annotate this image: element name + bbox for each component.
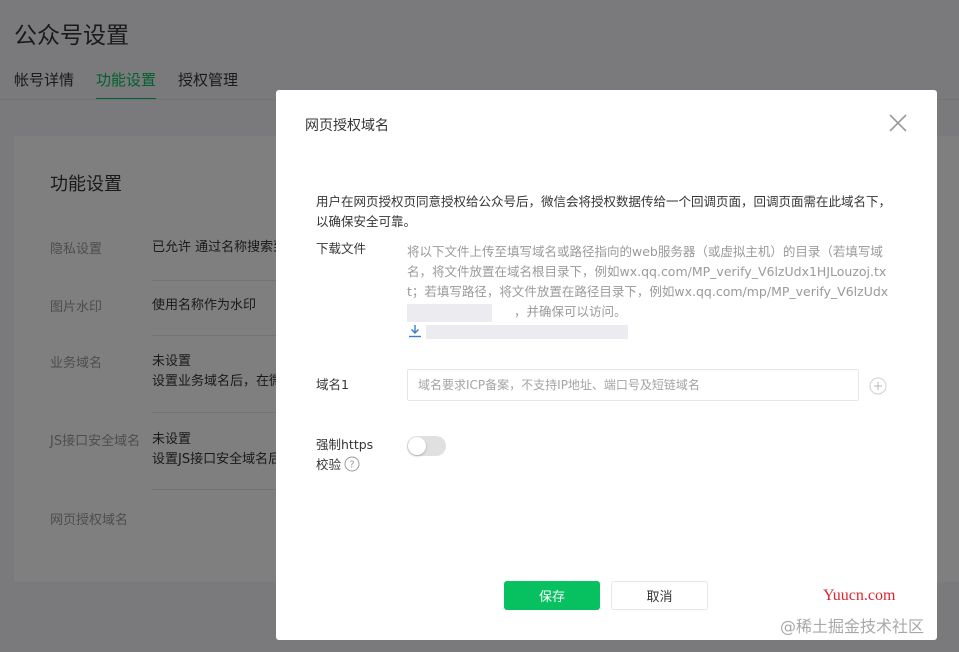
force-https-label-line2-text: 校验: [316, 457, 342, 472]
site-watermark: Yuucn.com: [823, 587, 896, 604]
redacted-filename: [407, 304, 492, 322]
community-watermark: @稀土掘金技术社区: [780, 617, 925, 636]
save-button[interactable]: 保存: [504, 581, 600, 610]
force-https-label-line2: 校验 ?: [316, 455, 373, 475]
svg-text:?: ?: [349, 460, 354, 471]
dialog-title: 网页授权域名: [305, 118, 389, 134]
cancel-button[interactable]: 取消: [611, 581, 708, 610]
add-domain-icon[interactable]: [869, 377, 887, 395]
web-auth-domain-dialog: 网页授权域名 用户在网页授权页同意授权给公众号后，微信会将授权数据传给一个回调页…: [276, 90, 937, 640]
help-icon[interactable]: ?: [344, 456, 360, 472]
download-instructions: 将以下文件上传至填写域名或路径指向的web服务器（或虚拟主机）的目录（若填写域名…: [407, 242, 897, 302]
force-https-toggle[interactable]: [407, 436, 446, 456]
close-icon[interactable]: [887, 112, 909, 134]
download-file-label: 下载文件: [316, 241, 367, 256]
dialog-description: 用户在网页授权页同意授权给公众号后，微信会将授权数据传给一个回调页面，回调页面需…: [316, 194, 892, 229]
download-icon[interactable]: [407, 323, 423, 339]
redacted-download-link[interactable]: [426, 325, 628, 339]
domain-label: 域名1: [316, 377, 349, 392]
force-https-label: 强制https 校验 ?: [316, 435, 373, 475]
download-instructions-text: 将以下文件上传至填写域名或路径指向的web服务器（或虚拟主机）的目录（若填写域名…: [407, 244, 889, 299]
force-https-label-line1: 强制https: [316, 437, 374, 452]
download-instructions-tail: ，并确保可以访问。: [514, 304, 627, 319]
toggle-knob: [408, 437, 426, 455]
domain-input[interactable]: [407, 369, 859, 401]
